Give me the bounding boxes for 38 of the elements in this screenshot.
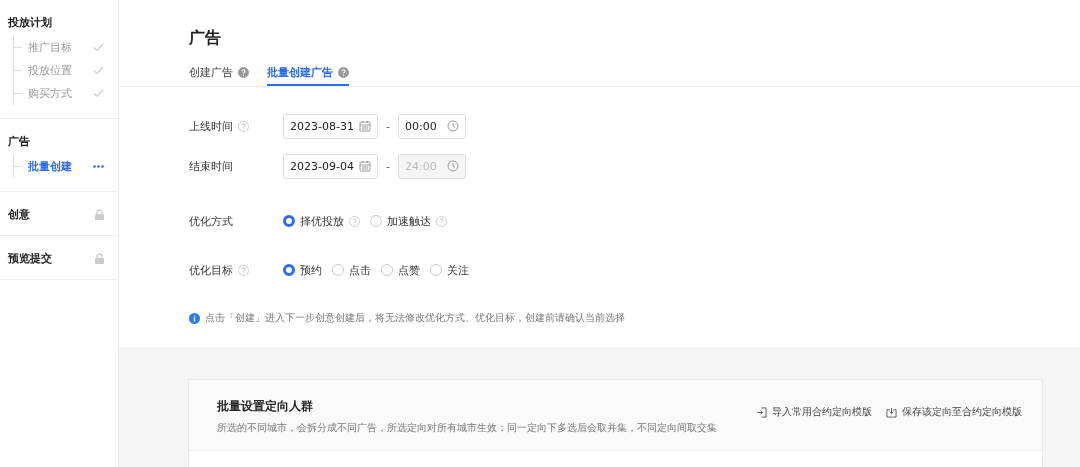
tab[interactable]: 批量创建广告	[267, 60, 349, 86]
calendar-icon	[359, 120, 371, 132]
radio-option[interactable]: 关注	[430, 262, 469, 278]
radio-option[interactable]: 择优投放	[283, 213, 360, 229]
field-label: 结束时间	[189, 158, 233, 174]
sidebar-group-title[interactable]: 广告	[8, 133, 30, 149]
more-icon[interactable]	[93, 165, 104, 168]
date-field[interactable]: 2023-08-31	[283, 113, 378, 139]
page-title: 广告	[188, 27, 222, 49]
field-label: 优化目标	[189, 262, 233, 278]
import-icon	[756, 406, 767, 418]
radio-option[interactable]: 点赞	[381, 262, 420, 278]
sidebar-group-title[interactable]: 预览提交	[8, 250, 52, 266]
help-icon	[238, 66, 249, 78]
time-field[interactable]: 00:00	[398, 113, 466, 139]
sidebar-group-title[interactable]: 创意	[8, 206, 30, 222]
range-separator: -	[386, 119, 390, 133]
radio-option[interactable]: 点击	[332, 262, 371, 278]
card-description: 所选的不同城市，会拆分成不同广告，所选定向对所有城市生效；同一定向下多选后会取并集，不同定向间取交集	[217, 421, 717, 435]
sidebar-item[interactable]: 批量创建	[28, 159, 93, 174]
template-button[interactable]: 导入常用合约定向模版	[756, 404, 872, 420]
download-icon	[886, 406, 897, 418]
radio-option[interactable]: 预约	[283, 262, 322, 278]
notice-text: 点击「创建」进入下一步创意创建后，将无法修改优化方式、优化目标，创建前请确认当前选择	[205, 311, 625, 325]
info-icon	[189, 312, 200, 324]
card-title: 批量设置定向人群	[217, 398, 314, 415]
help-icon	[338, 66, 349, 78]
radio-option[interactable]: 加速触达	[370, 213, 447, 229]
template-button[interactable]: 保存该定向至合约定向模版	[886, 404, 1022, 420]
clock-icon	[447, 120, 459, 132]
tab[interactable]: 创建广告	[189, 60, 249, 86]
sidebar-group-title[interactable]: 投放计划	[8, 14, 52, 30]
calendar-icon	[359, 160, 371, 172]
field-label: 上线时间	[189, 118, 233, 134]
clock-icon	[447, 160, 459, 172]
range-separator: -	[386, 159, 390, 173]
field-label: 优化方式	[189, 213, 233, 229]
date-field[interactable]: 2023-09-04	[283, 153, 378, 179]
